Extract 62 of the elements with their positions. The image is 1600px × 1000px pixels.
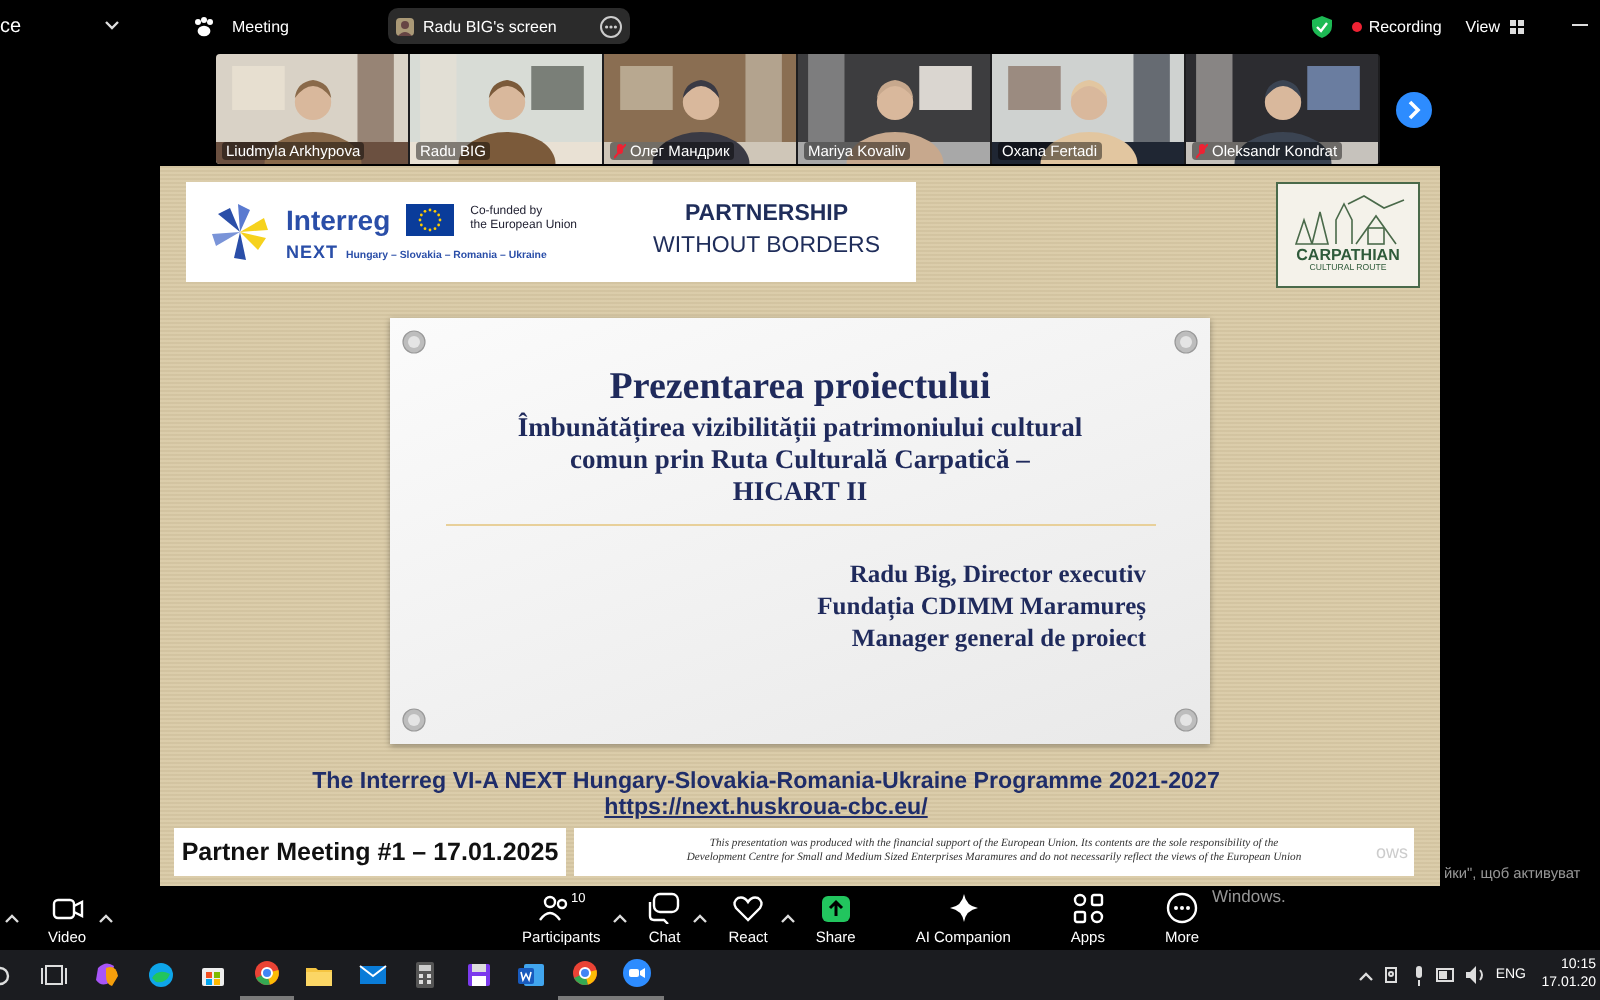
interreg-wordmark: Interreg (286, 203, 391, 235)
people-icon (537, 891, 570, 923)
sparkle-icon (947, 891, 980, 923)
browser-icon (251, 958, 282, 988)
recording-label[interactable]: Recording (1368, 17, 1442, 35)
task-view-icon (39, 960, 70, 990)
shield-check-icon (1312, 15, 1333, 37)
activation-notice-text: Windows. (1212, 886, 1286, 906)
chat-bubbles-icon (648, 891, 681, 923)
slide-subtitle: Îmbunătățirea vizibilității patrimoniului cultural (517, 411, 1083, 444)
chevron-down-icon[interactable] (104, 20, 120, 32)
video-camera-icon (622, 958, 653, 988)
screw-icon (1174, 708, 1198, 732)
chevron-up-icon[interactable] (1357, 969, 1374, 981)
screen-share-label: Radu BIG's screen (422, 17, 559, 35)
caret-icon[interactable] (612, 912, 629, 924)
website-link[interactable]: https://next.huskroua-cbc.eu/ (604, 794, 928, 822)
presenter-line: Radu Big, Director executiv (849, 557, 1146, 590)
microphone-icon[interactable] (1411, 965, 1426, 985)
presenter-line: Manager general de proiect (851, 622, 1146, 655)
slide-subtitle: HICART II (732, 475, 868, 508)
tagline: WITHOUT BORDERS (653, 232, 881, 262)
grid-icon[interactable] (1510, 19, 1524, 33)
mail-icon (357, 960, 388, 990)
screw-icon (402, 330, 426, 354)
minimize-icon[interactable] (1572, 24, 1588, 28)
heart-icon (732, 891, 765, 923)
meeting-menu[interactable]: Meeting (232, 17, 289, 35)
slide-title: Prezentarea proiectului (609, 366, 991, 412)
pinwheel-logo-icon (210, 202, 270, 262)
next-page-icon[interactable] (1396, 91, 1432, 127)
browser-icon (145, 960, 176, 990)
battery-icon[interactable] (1435, 966, 1456, 984)
route-logo-title: CARPATHIAN (1296, 248, 1400, 264)
caret-icon[interactable] (4, 912, 20, 924)
copilot-icon (92, 960, 123, 990)
app-name: ce (0, 15, 24, 37)
more-icon (1166, 891, 1199, 923)
search-icon[interactable] (0, 965, 12, 985)
paw-icon[interactable] (192, 15, 216, 37)
document-icon (516, 960, 547, 990)
eu-flag-icon (406, 203, 455, 235)
camera-icon[interactable] (1383, 966, 1402, 984)
screen-share-pill[interactable]: Radu BIG's screen (388, 8, 631, 44)
meeting-label: Partner Meeting #1 – 17.01.2025 (174, 827, 566, 876)
view-menu[interactable]: View (1465, 17, 1500, 35)
avatar-icon (396, 17, 415, 35)
caret-icon[interactable] (98, 912, 115, 924)
presenter-line: Fundația CDIMM Maramureș (817, 589, 1146, 623)
browser-icon (569, 958, 600, 988)
next-wordmark: NEXT (286, 241, 339, 261)
caret-icon[interactable] (692, 912, 709, 924)
speaker-icon[interactable] (1465, 966, 1486, 984)
recording-dot-icon (1352, 21, 1363, 31)
screw-icon (402, 708, 426, 732)
apps-icon (1071, 891, 1104, 923)
more-icon[interactable] (600, 15, 623, 37)
tagline: PARTNERSHIP (684, 200, 849, 231)
slide-subtitle: comun prin Ruta Culturală Carpatică – (570, 443, 1030, 476)
caret-icon[interactable] (779, 912, 796, 924)
screw-icon (1174, 330, 1198, 354)
programme-text: The Interreg VI-A NEXT Hungary-Slovakia-Romania-Ukraine Programme 2021-2027 (312, 768, 1220, 795)
